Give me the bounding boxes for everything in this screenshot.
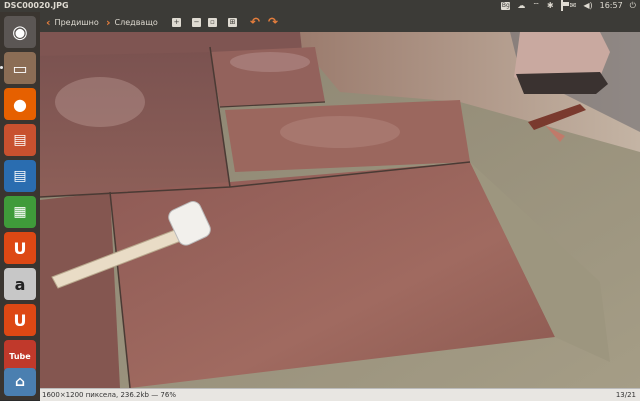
volume-icon[interactable]: ◀) xyxy=(583,0,592,12)
next-button[interactable]: › Следващо xyxy=(106,12,158,32)
top-panel: DSC00020.JPG Bg ☁ ⌔ ✱ ✉ ◀) 16:57 ⏻ xyxy=(0,0,640,12)
clock[interactable]: 16:57 xyxy=(600,0,623,12)
status-bar: 1600×1200 пиксела, 236.2kb — 76% 13/21 xyxy=(40,388,640,401)
rotate-left-icon: ↶ xyxy=(250,15,261,29)
rotate-left-button[interactable]: ↶ xyxy=(250,12,260,32)
arrow-right-icon: › xyxy=(106,15,111,29)
zoom-fit-button[interactable]: ⊞ xyxy=(228,12,237,32)
photo-image xyxy=(40,32,640,388)
zoom-fit-icon: ⊞ xyxy=(228,17,237,27)
arrow-left-icon: ‹ xyxy=(46,15,51,29)
previous-button[interactable]: ‹ Предишно xyxy=(46,12,99,32)
network-icon[interactable]: ⌔ xyxy=(532,0,540,12)
zoom-normal-icon: ▫ xyxy=(208,17,217,27)
firefox-icon[interactable]: ● xyxy=(4,88,36,120)
cloud-icon[interactable]: ☁ xyxy=(517,0,525,12)
battery-icon[interactable] xyxy=(560,0,563,12)
impress-icon[interactable]: ▤ xyxy=(4,124,36,156)
ubuntu-one-icon[interactable]: U xyxy=(4,304,36,336)
zoom-out-button[interactable]: − xyxy=(192,12,201,32)
bluetooth-icon[interactable]: ✱ xyxy=(547,0,554,12)
rotate-right-button[interactable]: ↷ xyxy=(268,12,278,32)
calc-icon[interactable]: ▦ xyxy=(4,196,36,228)
previous-label: Предишно xyxy=(54,17,99,27)
mail-icon[interactable]: ✉ xyxy=(570,0,577,12)
trash-icon[interactable]: ⌂ xyxy=(4,368,36,396)
amazon-icon[interactable]: a xyxy=(4,268,36,300)
viewer-toolbar: ‹ Предишно › Следващо + − ▫ ⊞ ↶ ↷ xyxy=(40,12,640,32)
file-manager-icon[interactable]: ▭ xyxy=(4,52,36,84)
ubuntu-dash-icon[interactable]: ◉ xyxy=(4,16,36,48)
launcher: ◉ ▭ ● ▤ ▤ ▦ U a U Tube ⌂ xyxy=(0,12,41,400)
writer-icon[interactable]: ▤ xyxy=(4,160,36,192)
zoom-in-icon: + xyxy=(172,17,181,27)
zoom-normal-button[interactable]: ▫ xyxy=(208,12,217,32)
rotate-right-icon: ↷ xyxy=(268,15,279,29)
zoom-out-icon: − xyxy=(192,17,201,27)
next-label: Следващо xyxy=(114,17,158,27)
image-info: 1600×1200 пиксела, 236.2kb — 76% xyxy=(42,391,176,399)
image-position: 13/21 xyxy=(615,391,636,399)
power-icon[interactable]: ⏻ xyxy=(630,0,636,12)
photo-display[interactable] xyxy=(40,32,640,388)
ubuntu-software-center-icon[interactable]: U xyxy=(4,232,36,264)
keyboard-layout-indicator[interactable]: Bg xyxy=(501,2,511,10)
zoom-in-button[interactable]: + xyxy=(172,12,181,32)
window-title: DSC00020.JPG xyxy=(4,1,69,10)
indicator-area: Bg ☁ ⌔ ✱ ✉ ◀) 16:57 ⏻ xyxy=(501,0,636,12)
